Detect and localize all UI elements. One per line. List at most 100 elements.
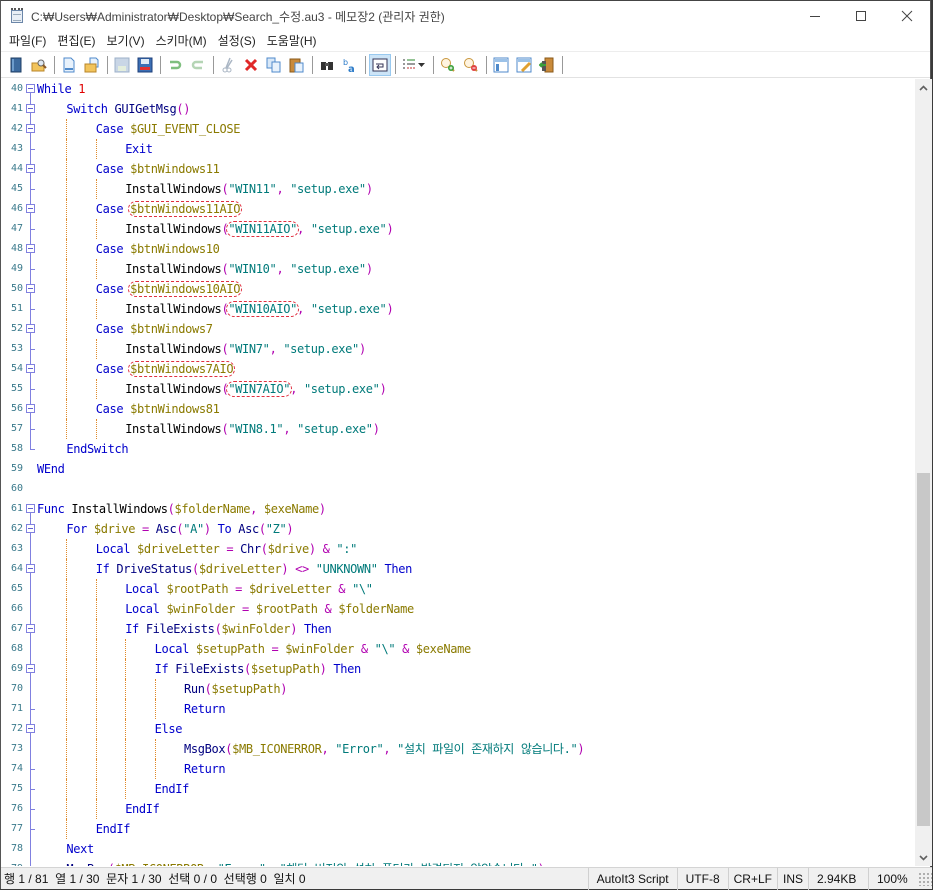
- scrollbar-thumb[interactable]: [917, 473, 930, 826]
- resize-grip[interactable]: [918, 871, 932, 886]
- code-line[interactable]: 50 Case $btnWindows10AIO: [1, 279, 915, 299]
- fold-marker[interactable]: [26, 159, 35, 179]
- code-line[interactable]: 69 If FileExists($setupPath) Then: [1, 659, 915, 679]
- code-line[interactable]: 68 Local $setupPath = $winFolder & "\" & …: [1, 639, 915, 659]
- fold-marker[interactable]: [26, 359, 35, 379]
- fold-marker[interactable]: [26, 319, 35, 339]
- code-line[interactable]: 65 Local $rootPath = $driveLetter & "\": [1, 579, 915, 599]
- fold-toggle-icon[interactable]: [26, 624, 35, 633]
- code-line[interactable]: 66 Local $winFolder = $rootPath & $folder…: [1, 599, 915, 619]
- new-file-button[interactable]: [58, 54, 80, 76]
- code-line[interactable]: 73 MsgBox($MB_ICONERROR, "Error", "설치 파일이…: [1, 739, 915, 759]
- fold-marker[interactable]: [26, 279, 35, 299]
- menu-scheme[interactable]: 스키마(M): [151, 31, 213, 51]
- menu-file[interactable]: 파일(F): [4, 31, 52, 51]
- fold-toggle-icon[interactable]: [26, 104, 35, 113]
- zoom-out-button[interactable]: [460, 54, 482, 76]
- fold-toggle-icon[interactable]: [26, 84, 35, 93]
- code-line[interactable]: 44 Case $btnWindows11: [1, 159, 915, 179]
- code-line[interactable]: 46 Case $btnWindows11AIO: [1, 199, 915, 219]
- fold-toggle-icon[interactable]: [26, 724, 35, 733]
- fold-marker[interactable]: [26, 399, 35, 419]
- code-line[interactable]: 76 EndIf: [1, 799, 915, 819]
- code-line[interactable]: 49 InstallWindows("WIN10", "setup.exe"): [1, 259, 915, 279]
- code-line[interactable]: 77 EndIf: [1, 819, 915, 839]
- code-line[interactable]: 43 Exit: [1, 139, 915, 159]
- code-line[interactable]: 42 Case $GUI_EVENT_CLOSE: [1, 119, 915, 139]
- fold-marker[interactable]: [26, 619, 35, 639]
- title-bar[interactable]: C:₩Users₩Administrator₩Desktop₩Search_수정…: [1, 1, 930, 31]
- menu-settings[interactable]: 설정(S): [213, 31, 262, 51]
- code-line[interactable]: 75 EndIf: [1, 779, 915, 799]
- fold-marker[interactable]: [26, 199, 35, 219]
- minimize-button[interactable]: [792, 1, 838, 31]
- save-button[interactable]: [111, 54, 133, 76]
- code-line[interactable]: 41 Switch GUIGetMsg(): [1, 99, 915, 119]
- fold-marker[interactable]: [26, 99, 35, 119]
- fold-marker[interactable]: [26, 239, 35, 259]
- fold-marker[interactable]: [26, 519, 35, 539]
- line-numbers-dropdown[interactable]: [399, 54, 429, 76]
- code-line[interactable]: 62 For $drive = Asc("A") To Asc("Z"): [1, 519, 915, 539]
- maximize-button[interactable]: [838, 1, 884, 31]
- word-wrap-toggle[interactable]: [369, 53, 391, 76]
- fold-toggle-icon[interactable]: [26, 124, 35, 133]
- undo-button[interactable]: [164, 54, 186, 76]
- fold-toggle-icon[interactable]: [26, 324, 35, 333]
- vertical-scrollbar[interactable]: [915, 79, 932, 866]
- fold-toggle-icon[interactable]: [26, 524, 35, 533]
- fold-marker[interactable]: [26, 659, 35, 679]
- new-window-button[interactable]: [5, 54, 27, 76]
- code-line[interactable]: 47 InstallWindows("WIN11AIO", "setup.exe"…: [1, 219, 915, 239]
- code-line[interactable]: 71 Return: [1, 699, 915, 719]
- scheme-status[interactable]: AutoIt3 Script: [587, 867, 677, 890]
- code-line[interactable]: 54 Case $btnWindows7AIO: [1, 359, 915, 379]
- code-line[interactable]: 40 While 1: [1, 79, 915, 99]
- redo-button[interactable]: [187, 54, 209, 76]
- exit-button[interactable]: [536, 54, 558, 76]
- code-line[interactable]: 57 InstallWindows("WIN8.1", "setup.exe"): [1, 419, 915, 439]
- insert-mode-status[interactable]: INS: [776, 867, 808, 890]
- code-line[interactable]: 74 Return: [1, 759, 915, 779]
- replace-button[interactable]: ba: [339, 54, 361, 76]
- line-ending-status[interactable]: CR+LF: [727, 867, 777, 890]
- scroll-up-button[interactable]: [915, 79, 932, 96]
- code-line[interactable]: 67 If FileExists($winFolder) Then: [1, 619, 915, 639]
- fold-marker[interactable]: [26, 559, 35, 579]
- fold-toggle-icon[interactable]: [26, 244, 35, 253]
- fold-toggle-icon[interactable]: [26, 364, 35, 373]
- zoom-status[interactable]: 100%: [868, 867, 914, 890]
- fold-toggle-icon[interactable]: [26, 504, 35, 513]
- fold-toggle-icon[interactable]: [26, 564, 35, 573]
- code-line[interactable]: 72 Else: [1, 719, 915, 739]
- zoom-in-button[interactable]: [437, 54, 459, 76]
- view-options-button[interactable]: [490, 54, 512, 76]
- scroll-down-button[interactable]: [915, 849, 932, 866]
- fold-toggle-icon[interactable]: [26, 164, 35, 173]
- paste-button[interactable]: [286, 54, 308, 76]
- code-line[interactable]: 60: [1, 479, 915, 499]
- code-line[interactable]: 78 Next: [1, 839, 915, 859]
- cut-button[interactable]: [217, 54, 239, 76]
- fold-marker[interactable]: [26, 79, 35, 99]
- open-find-button[interactable]: [28, 54, 50, 76]
- fold-marker[interactable]: [26, 719, 35, 739]
- close-button[interactable]: [884, 1, 930, 31]
- delete-button[interactable]: [240, 54, 262, 76]
- fold-toggle-icon[interactable]: [26, 664, 35, 673]
- code-line[interactable]: 63 Local $driveLetter = Chr($drive) & ":": [1, 539, 915, 559]
- code-line[interactable]: 64 If DriveStatus($driveLetter) <> "UNKNO…: [1, 559, 915, 579]
- fold-toggle-icon[interactable]: [26, 404, 35, 413]
- edit-scheme-button[interactable]: [513, 54, 535, 76]
- menu-help[interactable]: 도움말(H): [262, 31, 323, 51]
- code-line[interactable]: 48 Case $btnWindows10: [1, 239, 915, 259]
- code-line[interactable]: 58 EndSwitch: [1, 439, 915, 459]
- menu-view[interactable]: 보기(V): [101, 31, 150, 51]
- code-line[interactable]: 56 Case $btnWindows81: [1, 399, 915, 419]
- fold-marker[interactable]: [26, 119, 35, 139]
- fold-toggle-icon[interactable]: [26, 284, 35, 293]
- menu-edit[interactable]: 편집(E): [52, 31, 101, 51]
- encoding-status[interactable]: UTF-8: [676, 867, 728, 890]
- code-line[interactable]: 61 Func InstallWindows($folderName, $exeN…: [1, 499, 915, 519]
- code-line[interactable]: 52 Case $btnWindows7: [1, 319, 915, 339]
